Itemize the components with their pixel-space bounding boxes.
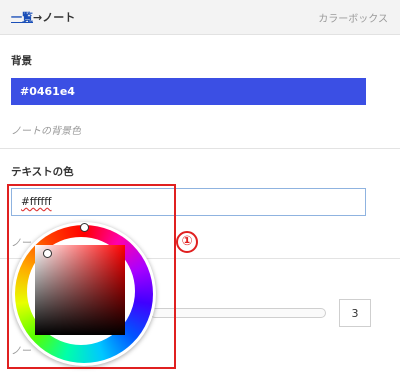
number-input[interactable]: 3 — [339, 299, 371, 327]
top-bar: 一覧→ノート カラーボックス — [0, 0, 400, 35]
third-section-hint: ノー — [11, 346, 31, 357]
background-label: 背景 — [11, 55, 32, 67]
saturation-handle[interactable] — [43, 249, 52, 258]
text-color-input[interactable]: #ffffff — [11, 188, 366, 216]
breadcrumb-link-list[interactable]: 一覧 — [11, 11, 33, 24]
hue-handle[interactable] — [80, 223, 89, 232]
number-value: 3 — [351, 307, 359, 320]
text-color-value: #ffffff — [21, 196, 52, 208]
background-color-value: #0461e4 — [20, 85, 75, 98]
size-slider[interactable] — [150, 308, 326, 318]
annotation-number-badge: ① — [176, 231, 198, 253]
text-color-label: テキストの色 — [11, 166, 74, 178]
background-color-input[interactable]: #0461e4 — [11, 78, 366, 105]
background-hint: ノートの背景色 — [11, 126, 81, 137]
saturation-value-square[interactable] — [35, 245, 125, 335]
breadcrumb: 一覧→ノート — [11, 9, 75, 25]
breadcrumb-arrow: → — [33, 11, 43, 24]
color-picker-popup — [12, 222, 156, 366]
breadcrumb-current: ノート — [42, 11, 76, 24]
page-type-label: カラーボックス — [318, 14, 388, 25]
